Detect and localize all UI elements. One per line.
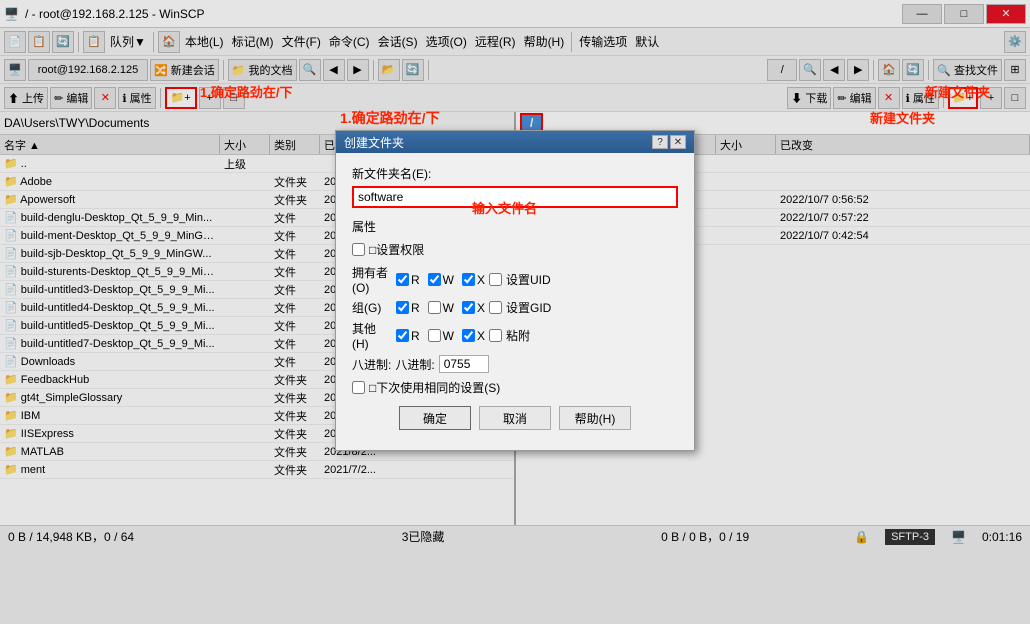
next-use-checkbox[interactable]: [352, 381, 365, 394]
dialog-buttons: 确定 取消 帮助(H): [352, 396, 678, 438]
group-x: X: [462, 301, 485, 315]
confirm-button[interactable]: 确定: [399, 406, 471, 430]
octal-row: 八进制: 八进制:: [352, 355, 678, 373]
other-r: R: [396, 329, 420, 343]
owner-perm-row: 拥有者(O) R W X 设置UID: [352, 264, 678, 295]
dialog-properties-label: 属性: [352, 218, 678, 235]
next-use-checkbox-row: □下次使用相同的设置(S): [352, 379, 678, 396]
setuid-label: 设置UID: [506, 271, 551, 288]
cancel-button[interactable]: 取消: [479, 406, 551, 430]
octal-input[interactable]: [439, 355, 489, 373]
dialog-help-button[interactable]: ?: [652, 135, 668, 149]
create-folder-dialog: 创建文件夹 ? ✕ 新文件夹名(E): 输入文件名 属性 □设置权限 拥有者(O…: [335, 130, 695, 451]
other-perms: R W X: [396, 329, 485, 343]
set-perm-checkbox-row: □设置权限: [352, 241, 678, 258]
dialog-title-bar: 创建文件夹 ? ✕: [336, 131, 694, 153]
dialog-properties-section: 属性 □设置权限 拥有者(O) R W X 设置UID 组(G): [352, 218, 678, 373]
set-perm-checkbox[interactable]: [352, 243, 365, 256]
dialog-body: 新文件夹名(E): 输入文件名 属性 □设置权限 拥有者(O) R W X: [336, 153, 694, 450]
dialog-close-button[interactable]: ✕: [670, 135, 686, 149]
group-r: R: [396, 301, 420, 315]
owner-w: W: [428, 273, 454, 287]
owner-label: 拥有者(O): [352, 264, 392, 295]
dialog-overlay: 创建文件夹 ? ✕ 新文件夹名(E): 输入文件名 属性 □设置权限 拥有者(O…: [0, 0, 1030, 624]
group-w: W: [428, 301, 454, 315]
other-x: X: [462, 329, 485, 343]
dialog-title-icons: ? ✕: [652, 135, 686, 149]
group-perm-row: 组(G) R W X 设置GID: [352, 299, 678, 316]
new-folder-label: 新文件夹名(E):: [352, 165, 678, 182]
setuid-checkbox[interactable]: [489, 273, 502, 286]
octal-label-detail: 八进制:: [395, 356, 434, 373]
group-perms: R W X: [396, 301, 485, 315]
dialog-title: 创建文件夹: [344, 134, 404, 151]
help-button[interactable]: 帮助(H): [559, 406, 631, 430]
other-perm-row: 其他(H) R W X 粘附: [352, 320, 678, 351]
owner-r: R: [396, 273, 420, 287]
owner-perms: R W X: [396, 273, 485, 287]
sticky-checkbox[interactable]: [489, 329, 502, 342]
set-perm-label: □设置权限: [369, 241, 424, 258]
owner-x: X: [462, 273, 485, 287]
other-w: W: [428, 329, 454, 343]
setgid-label: 设置GID: [506, 299, 551, 316]
new-folder-input[interactable]: [352, 186, 678, 208]
octal-label: 八进制:: [352, 356, 391, 373]
group-label: 组(G): [352, 299, 392, 316]
setgid-checkbox[interactable]: [489, 301, 502, 314]
sticky-label: 粘附: [506, 327, 530, 344]
next-use-label: □下次使用相同的设置(S): [369, 379, 500, 396]
other-label: 其他(H): [352, 320, 392, 351]
